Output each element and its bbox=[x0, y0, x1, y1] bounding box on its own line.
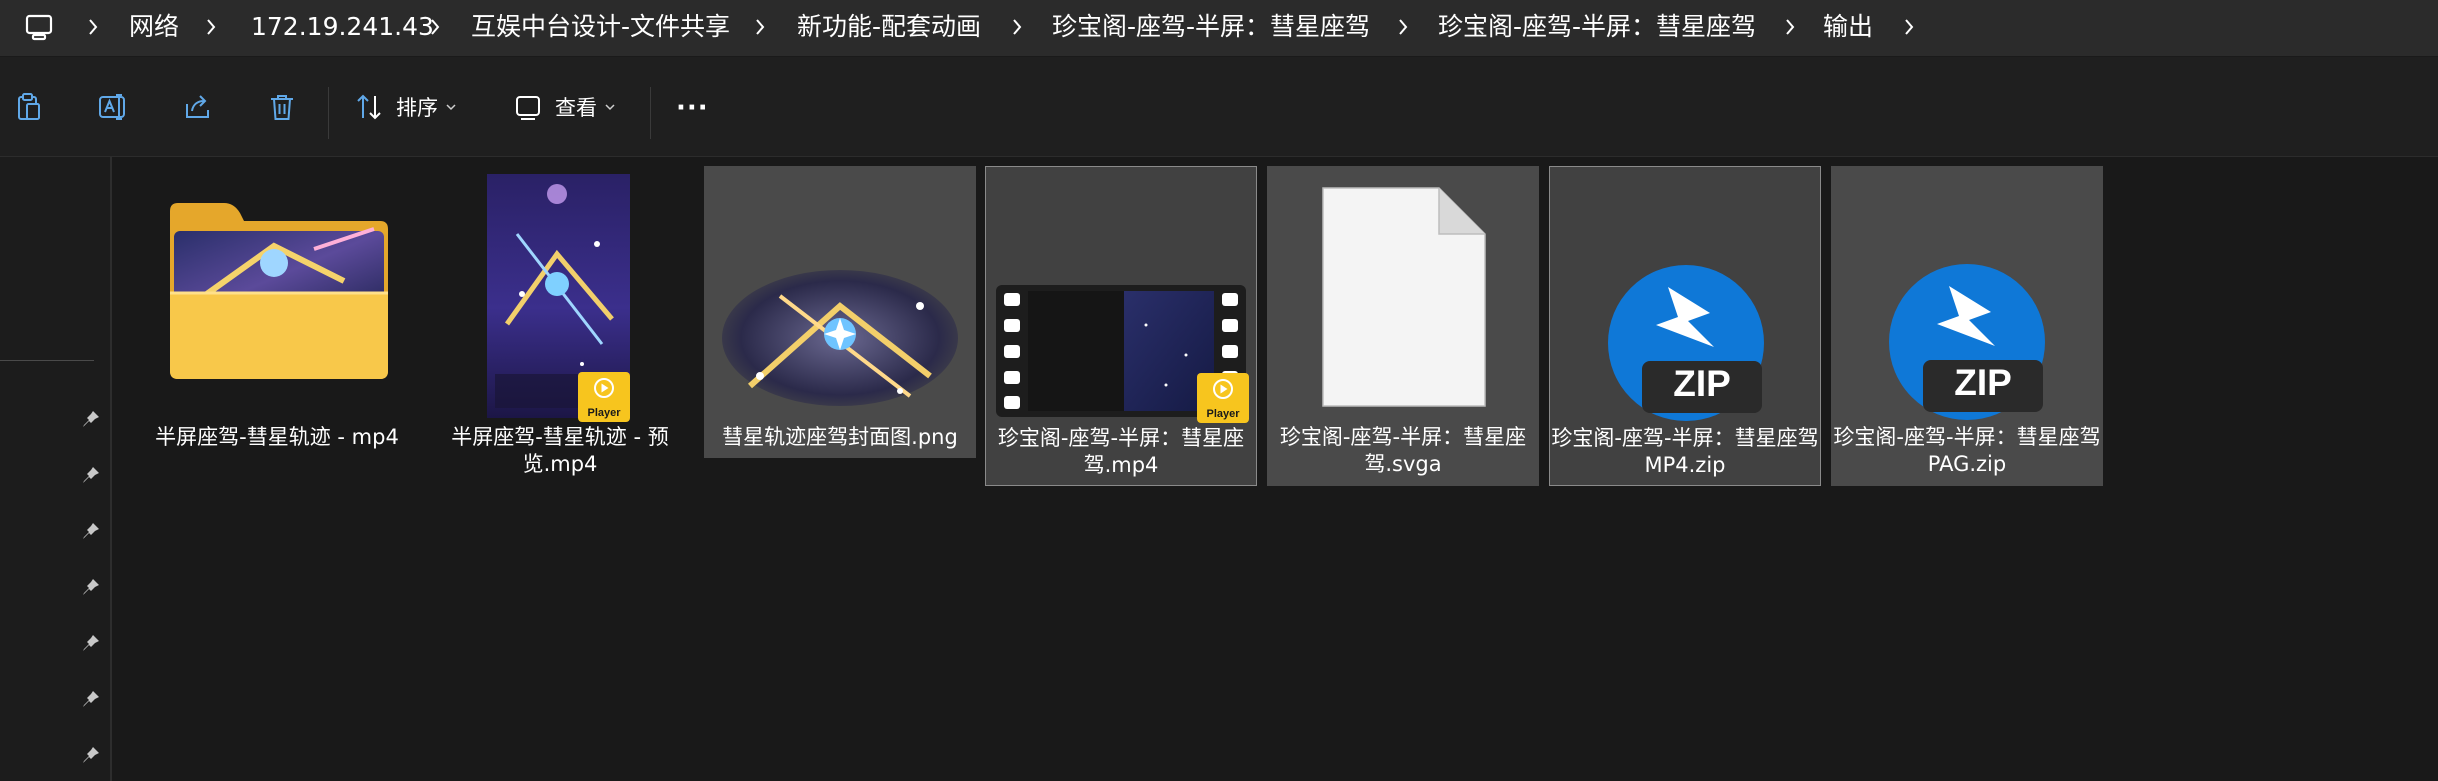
chevron-down-icon bbox=[446, 104, 456, 111]
file-item-preview-mp4[interactable]: Player 半屏座驾-彗星轨迹 - 预览.mp4 bbox=[424, 166, 696, 486]
badge-label: Player bbox=[587, 407, 621, 419]
sort-icon bbox=[357, 94, 381, 120]
nav-divider bbox=[0, 360, 94, 361]
player-badge: Player bbox=[578, 372, 630, 422]
file-name: 珍宝阁-座驾-半屏：彗星座驾PAG.zip bbox=[1833, 425, 2101, 476]
zip-badge-text: ZIP bbox=[1954, 362, 2012, 403]
sort-button[interactable]: 排序 bbox=[354, 92, 458, 122]
delete-icon[interactable] bbox=[267, 92, 297, 122]
pin-icon[interactable] bbox=[81, 689, 101, 709]
chevron-right-icon[interactable] bbox=[1783, 16, 1797, 42]
chevron-right-icon[interactable] bbox=[204, 16, 218, 42]
pin-icon[interactable] bbox=[81, 465, 101, 485]
breadcrumb-item[interactable]: 新功能-配套动画 bbox=[797, 11, 981, 43]
file-item-folder[interactable]: 半屏座驾-彗星轨迹 - mp4 bbox=[141, 166, 413, 486]
view-label: 查看 bbox=[555, 96, 597, 120]
chevron-right-icon[interactable] bbox=[1396, 16, 1410, 42]
file-item-mp4-zip[interactable]: ZIP 珍宝阁-座驾-半屏：彗星座驾MP4.zip bbox=[1549, 166, 1821, 486]
command-toolbar: 排序 查看 ··· bbox=[0, 57, 2438, 157]
computer-icon[interactable] bbox=[24, 13, 54, 47]
share-icon[interactable] bbox=[183, 92, 213, 122]
view-icon bbox=[516, 96, 540, 120]
chevron-down-icon bbox=[605, 104, 615, 111]
pin-icon[interactable] bbox=[81, 745, 101, 765]
file-item-mp4[interactable]: Player 珍宝阁-座驾-半屏：彗星座驾.mp4 bbox=[985, 166, 1257, 486]
breadcrumb-item[interactable]: 网络 bbox=[129, 11, 179, 43]
file-name: 半屏座驾-彗星轨迹 - mp4 bbox=[155, 425, 399, 449]
sort-label: 排序 bbox=[396, 96, 438, 120]
toolbar-divider bbox=[650, 87, 651, 139]
chevron-right-icon[interactable] bbox=[1010, 16, 1024, 42]
pin-icon[interactable] bbox=[81, 633, 101, 653]
blank-file-icon bbox=[1322, 187, 1486, 407]
zip-badge-text: ZIP bbox=[1673, 363, 1731, 404]
play-icon bbox=[1213, 379, 1233, 399]
file-name: 珍宝阁-座驾-半屏：彗星座驾.mp4 bbox=[997, 426, 1245, 477]
chevron-right-icon[interactable] bbox=[86, 16, 100, 42]
chevron-right-icon[interactable] bbox=[1902, 16, 1916, 42]
address-bar[interactable]: 网络 172.19.241.43 互娱中台设计-文件共享 新功能-配套动画 珍宝… bbox=[0, 0, 2438, 57]
rename-icon[interactable] bbox=[97, 92, 129, 122]
view-button[interactable]: 查看 bbox=[513, 92, 617, 122]
breadcrumb-item[interactable]: 输出 bbox=[1823, 11, 1873, 43]
file-name: 半屏座驾-彗星轨迹 - 预览.mp4 bbox=[451, 425, 669, 476]
file-name: 珍宝阁-座驾-半屏：彗星座驾MP4.zip bbox=[1551, 426, 1819, 477]
pin-icon[interactable] bbox=[81, 577, 101, 597]
breadcrumb-item[interactable]: 172.19.241.43 bbox=[251, 11, 434, 43]
chevron-right-icon[interactable] bbox=[753, 16, 767, 42]
file-name: 彗星轨迹座驾封面图.png bbox=[722, 425, 958, 449]
pin-icon[interactable] bbox=[81, 521, 101, 541]
more-options-button[interactable]: ··· bbox=[676, 93, 709, 123]
chevron-right-icon[interactable] bbox=[428, 16, 442, 42]
paste-icon[interactable] bbox=[14, 92, 44, 122]
file-item-png[interactable]: 彗星轨迹座驾封面图.png bbox=[704, 166, 976, 458]
file-name: 珍宝阁-座驾-半屏：彗星座驾.svga bbox=[1279, 425, 1527, 476]
breadcrumb-item[interactable]: 珍宝阁-座驾-半屏：彗星座驾 bbox=[1438, 11, 1756, 43]
player-badge: Player bbox=[1197, 373, 1249, 423]
image-thumbnail bbox=[722, 270, 958, 406]
breadcrumb-item[interactable]: 互娱中台设计-文件共享 bbox=[471, 11, 730, 43]
play-icon bbox=[594, 378, 614, 398]
badge-label: Player bbox=[1206, 408, 1240, 420]
pin-icon[interactable] bbox=[81, 409, 101, 429]
folder-icon bbox=[170, 203, 388, 379]
navigation-pane[interactable] bbox=[0, 157, 112, 781]
file-item-pag-zip[interactable]: ZIP 珍宝阁-座驾-半屏：彗星座驾PAG.zip bbox=[1831, 166, 2103, 486]
toolbar-divider bbox=[328, 87, 329, 139]
breadcrumb-item[interactable]: 珍宝阁-座驾-半屏：彗星座驾 bbox=[1052, 11, 1370, 43]
file-item-svga[interactable]: 珍宝阁-座驾-半屏：彗星座驾.svga bbox=[1267, 166, 1539, 486]
